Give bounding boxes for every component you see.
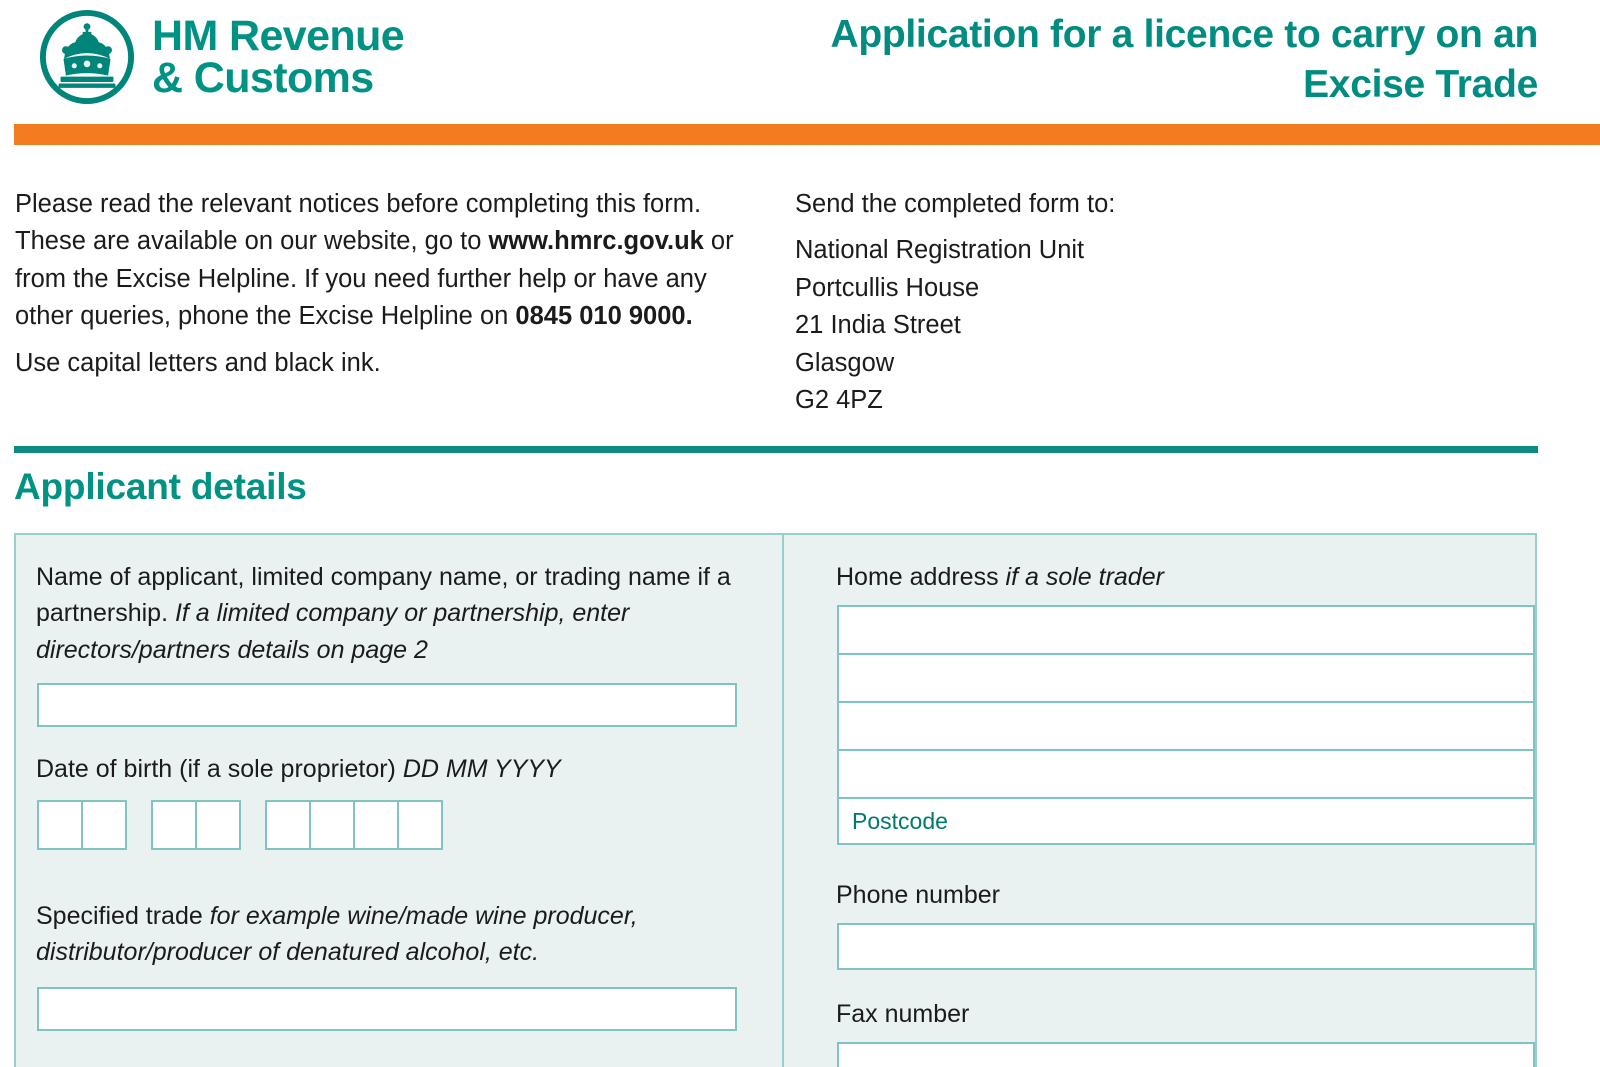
home-address-line-3[interactable] xyxy=(837,701,1535,751)
fax-number-label: Fax number xyxy=(836,1000,970,1028)
specified-trade-field[interactable] xyxy=(37,987,737,1031)
specified-trade-label: Specified trade for example wine/made wi… xyxy=(36,898,741,971)
trade-label-plain: Specified trade xyxy=(36,902,210,930)
address-line: 21 India Street xyxy=(795,311,961,340)
orange-divider-bar xyxy=(14,124,1600,145)
date-of-birth-label: Date of birth (if a sole proprietor) DD … xyxy=(36,751,736,787)
applicant-details-panel: Name of applicant, limited company name,… xyxy=(14,533,1537,1067)
capital-letters-note: Use capital letters and black ink. xyxy=(15,348,381,377)
phone-number-field[interactable] xyxy=(837,923,1535,970)
dob-month-box-2[interactable] xyxy=(195,800,241,850)
dob-year-group xyxy=(265,800,443,850)
home-address-fields: Postcode xyxy=(837,605,1535,845)
form-column-left: Name of applicant, limited company name,… xyxy=(16,535,782,1067)
dob-month-box-1[interactable] xyxy=(151,800,197,850)
postcode-field[interactable]: Postcode xyxy=(837,797,1535,845)
address-line: Glasgow xyxy=(795,348,895,377)
intro-paragraph: Please read the relevant notices before … xyxy=(15,186,760,336)
address-line: G2 4PZ xyxy=(795,386,883,415)
home-address-label: Home address if a sole trader xyxy=(836,559,1476,595)
name-of-applicant-label: Name of applicant, limited company name,… xyxy=(36,559,746,668)
date-of-birth-boxes xyxy=(37,800,443,850)
dob-gap xyxy=(125,800,151,801)
dob-year-box-4[interactable] xyxy=(397,800,443,850)
dob-day-box-1[interactable] xyxy=(37,800,83,850)
dob-year-box-2[interactable] xyxy=(309,800,355,850)
hmrc-logo: HM Revenue & Customs xyxy=(38,8,405,106)
phone-number-label: Phone number xyxy=(836,881,1001,909)
intro-text: Please read the relevant notices before … xyxy=(15,186,760,382)
section-heading-applicant-details: Applicant details xyxy=(14,466,307,507)
fax-number-input[interactable] xyxy=(837,1042,1535,1067)
home-label-plain: Home address xyxy=(836,563,1006,591)
dob-gap xyxy=(239,800,265,801)
address-line: Portcullis House xyxy=(795,273,980,302)
send-to-address: Send the completed form to: National Reg… xyxy=(795,186,1315,420)
home-label-italic: if a sole trader xyxy=(1005,563,1164,591)
section-divider-rule xyxy=(14,446,1538,453)
address-line: National Registration Unit xyxy=(795,236,1085,265)
specified-trade-input[interactable] xyxy=(37,987,737,1031)
hmrc-logo-text: HM Revenue & Customs xyxy=(152,11,405,102)
postcode-placeholder-label: Postcode xyxy=(852,807,948,834)
home-address-line-1[interactable] xyxy=(837,605,1535,655)
dob-day-group xyxy=(37,800,127,850)
dob-day-box-2[interactable] xyxy=(81,800,127,850)
fax-number-field[interactable] xyxy=(837,1042,1535,1067)
send-to-heading: Send the completed form to: xyxy=(795,190,1116,218)
dob-label-plain: Date of birth (if a sole proprietor) xyxy=(36,755,403,783)
name-of-applicant-field[interactable] xyxy=(37,683,737,727)
form-column-right: Home address if a sole trader Postcode P… xyxy=(784,535,1539,1067)
dob-year-box-3[interactable] xyxy=(353,800,399,850)
hmrc-website-text: www.hmrc.gov.uk xyxy=(488,227,704,256)
dob-month-group xyxy=(151,800,241,850)
dob-year-box-1[interactable] xyxy=(265,800,311,850)
form-page: HM Revenue & Customs Application for a l… xyxy=(0,0,1600,1067)
phone-number-input[interactable] xyxy=(837,923,1535,970)
name-of-applicant-input[interactable] xyxy=(37,683,737,727)
crown-icon xyxy=(38,8,136,106)
helpline-phone-text: 0845 010 9000. xyxy=(515,302,693,331)
home-address-line-2[interactable] xyxy=(837,653,1535,703)
home-address-line-4[interactable] xyxy=(837,749,1535,799)
dob-label-italic: DD MM YYYY xyxy=(402,755,561,783)
page-header: HM Revenue & Customs Application for a l… xyxy=(0,0,1600,145)
page-title: Application for a licence to carry on an… xyxy=(830,13,1538,106)
